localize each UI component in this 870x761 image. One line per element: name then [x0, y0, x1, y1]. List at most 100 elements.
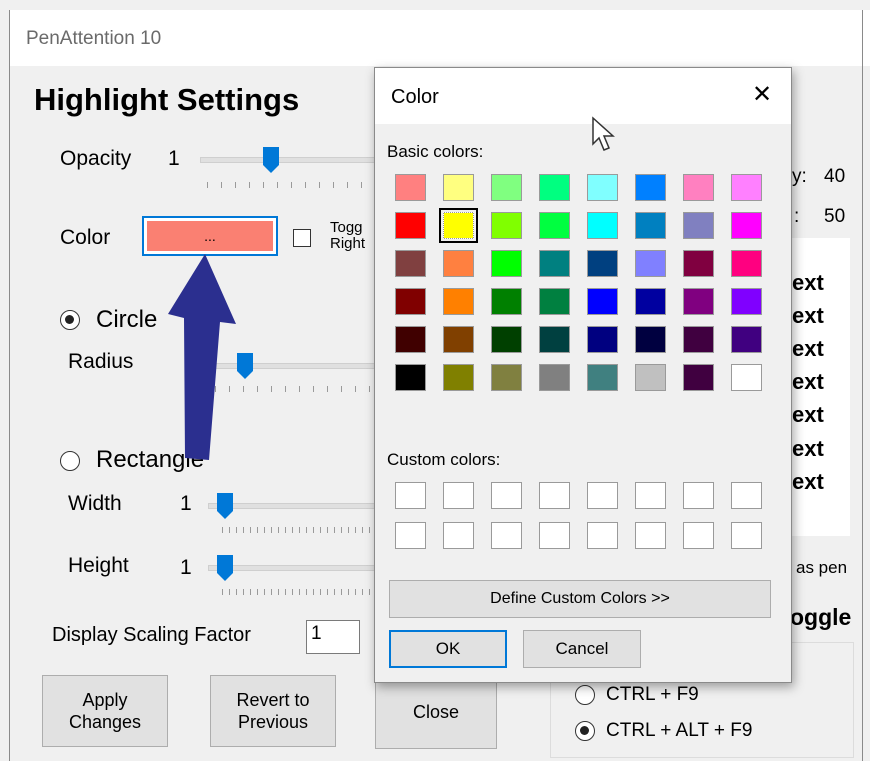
circle-label: Circle: [96, 306, 158, 333]
basic-color-swatch[interactable]: [731, 250, 762, 277]
dialog-close-icon[interactable]: ✕: [745, 80, 779, 110]
basic-color-swatch[interactable]: [539, 212, 570, 239]
basic-color-swatch[interactable]: [443, 174, 474, 201]
custom-color-swatch[interactable]: [395, 482, 426, 509]
as-pen-label: as pen: [796, 558, 848, 577]
dialog-title: Color: [391, 86, 439, 108]
custom-color-swatch[interactable]: [731, 522, 762, 549]
sample-line: ext: [792, 402, 824, 427]
custom-color-swatch[interactable]: [539, 522, 570, 549]
basic-color-swatch[interactable]: [539, 288, 570, 315]
basic-color-swatch[interactable]: [443, 288, 474, 315]
custom-color-swatch[interactable]: [731, 482, 762, 509]
basic-color-swatch[interactable]: [539, 250, 570, 277]
height-slider-thumb[interactable]: [216, 554, 234, 582]
basic-color-swatch[interactable]: [395, 288, 426, 315]
custom-color-swatch[interactable]: [395, 522, 426, 549]
basic-color-swatch[interactable]: [439, 208, 478, 243]
custom-color-swatch[interactable]: [443, 522, 474, 549]
custom-color-swatch[interactable]: [683, 522, 714, 549]
basic-color-swatch[interactable]: [443, 326, 474, 353]
basic-color-swatch[interactable]: [635, 288, 666, 315]
basic-color-swatch[interactable]: [491, 212, 522, 239]
height-ticks: [222, 589, 374, 595]
width-slider-thumb[interactable]: [216, 492, 234, 520]
rectangle-radio[interactable]: [60, 451, 80, 471]
custom-color-swatch[interactable]: [443, 482, 474, 509]
basic-color-swatch[interactable]: [491, 288, 522, 315]
basic-color-swatch[interactable]: [395, 364, 426, 391]
basic-color-swatch[interactable]: [731, 326, 762, 353]
basic-color-swatch[interactable]: [635, 364, 666, 391]
basic-color-swatch[interactable]: [683, 326, 714, 353]
basic-color-swatch[interactable]: [731, 212, 762, 239]
window-left-border: [9, 10, 10, 761]
basic-color-swatch[interactable]: [731, 364, 762, 391]
basic-color-swatch[interactable]: [731, 288, 762, 315]
close-button[interactable]: Close: [375, 675, 497, 749]
basic-color-swatch[interactable]: [635, 326, 666, 353]
scaling-label: Display Scaling Factor: [52, 624, 251, 646]
basic-color-swatch[interactable]: [491, 250, 522, 277]
right-row1-label: y:: [792, 166, 807, 187]
basic-color-swatch[interactable]: [395, 326, 426, 353]
custom-color-swatch[interactable]: [491, 522, 522, 549]
hotkey1-label: CTRL + F9: [606, 684, 699, 705]
apply-changes-button[interactable]: Apply Changes: [42, 675, 168, 747]
basic-color-swatch[interactable]: [539, 364, 570, 391]
basic-color-swatch[interactable]: [683, 212, 714, 239]
window-title: PenAttention 10: [26, 28, 162, 49]
define-custom-colors-button[interactable]: Define Custom Colors >>: [389, 580, 771, 618]
basic-color-swatch[interactable]: [587, 288, 618, 315]
cancel-button[interactable]: Cancel: [523, 630, 641, 668]
basic-color-swatch[interactable]: [395, 250, 426, 277]
hotkey1-radio[interactable]: [575, 685, 595, 705]
custom-color-swatch[interactable]: [587, 482, 618, 509]
custom-color-swatch[interactable]: [635, 522, 666, 549]
basic-color-swatch[interactable]: [539, 326, 570, 353]
opacity-slider-thumb[interactable]: [262, 146, 280, 174]
basic-color-swatch[interactable]: [443, 250, 474, 277]
basic-color-swatch[interactable]: [491, 174, 522, 201]
hotkey2-radio[interactable]: [575, 721, 595, 741]
basic-color-swatch[interactable]: [587, 364, 618, 391]
basic-color-swatch[interactable]: [395, 212, 426, 239]
basic-color-swatch[interactable]: [635, 174, 666, 201]
opacity-slider[interactable]: [200, 157, 376, 163]
right-row1-value: 40: [824, 166, 846, 187]
right-row2-value: 50: [824, 206, 846, 227]
height-label: Height: [68, 554, 129, 577]
basic-color-swatch[interactable]: [491, 364, 522, 391]
custom-color-swatch[interactable]: [539, 482, 570, 509]
page-title: Highlight Settings: [34, 82, 300, 117]
basic-color-swatch[interactable]: [731, 174, 762, 201]
basic-color-swatch[interactable]: [587, 174, 618, 201]
basic-color-swatch[interactable]: [635, 212, 666, 239]
basic-color-swatch[interactable]: [491, 326, 522, 353]
color-label: Color: [60, 226, 111, 249]
basic-color-swatch[interactable]: [587, 212, 618, 239]
basic-color-swatch[interactable]: [395, 174, 426, 201]
basic-color-swatch[interactable]: [635, 250, 666, 277]
toggle-checkbox[interactable]: [293, 229, 311, 247]
revert-button[interactable]: Revert to Previous: [210, 675, 336, 747]
basic-color-swatch[interactable]: [443, 364, 474, 391]
custom-color-swatch[interactable]: [587, 522, 618, 549]
sample-line: ext: [792, 469, 824, 494]
basic-color-swatch[interactable]: [683, 364, 714, 391]
basic-color-swatch[interactable]: [683, 288, 714, 315]
basic-color-swatch[interactable]: [539, 174, 570, 201]
opacity-ticks: [207, 182, 374, 188]
circle-radio[interactable]: [60, 310, 80, 330]
custom-colors-label: Custom colors:: [387, 450, 501, 469]
custom-color-swatch[interactable]: [491, 482, 522, 509]
color-swatch: ...: [147, 221, 273, 251]
scaling-input[interactable]: 1: [306, 620, 360, 654]
custom-color-swatch[interactable]: [683, 482, 714, 509]
basic-color-swatch[interactable]: [683, 174, 714, 201]
basic-color-swatch[interactable]: [683, 250, 714, 277]
ok-button[interactable]: OK: [389, 630, 507, 668]
basic-color-swatch[interactable]: [587, 250, 618, 277]
basic-color-swatch[interactable]: [587, 326, 618, 353]
custom-color-swatch[interactable]: [635, 482, 666, 509]
